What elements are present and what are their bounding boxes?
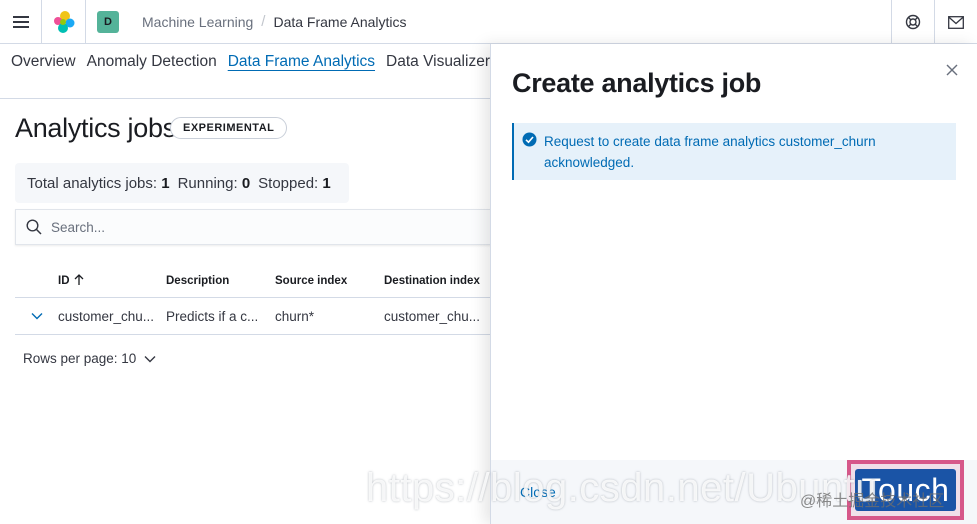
newsfeed-button[interactable] bbox=[934, 0, 977, 44]
close-button[interactable]: Close bbox=[520, 484, 556, 500]
touch-button[interactable]: Touch bbox=[855, 469, 956, 511]
column-header-source-index[interactable]: Source index bbox=[275, 275, 384, 287]
column-header-destination-index[interactable]: Destination index bbox=[384, 275, 490, 287]
rows-per-page-button[interactable]: Rows per page: 10 bbox=[23, 351, 156, 366]
menu-icon bbox=[12, 15, 29, 28]
column-header-description[interactable]: Description bbox=[166, 275, 275, 287]
table-row: customer_chu... Predicts if a c... churn… bbox=[15, 298, 490, 335]
close-icon[interactable] bbox=[945, 63, 959, 77]
stopped-jobs-value: 1 bbox=[322, 174, 331, 192]
breadcrumb: Machine Learning / Data Frame Analytics bbox=[142, 13, 407, 30]
success-callout: Request to create data frame analytics c… bbox=[512, 123, 956, 180]
menu-button[interactable] bbox=[0, 0, 42, 44]
callout-message: Request to create data frame analytics c… bbox=[544, 134, 876, 170]
search-icon bbox=[26, 219, 42, 235]
tab-overview[interactable]: Overview bbox=[11, 53, 76, 71]
analytics-jobs-table: ID Description Source index Destination … bbox=[15, 264, 490, 335]
elastic-logo[interactable] bbox=[42, 0, 86, 44]
running-jobs-value: 0 bbox=[241, 174, 251, 192]
breadcrumb-machine-learning[interactable]: Machine Learning bbox=[142, 14, 253, 30]
space-initial: D bbox=[97, 10, 119, 33]
total-jobs-value: 1 bbox=[161, 174, 170, 192]
running-jobs-label: Running: bbox=[177, 174, 238, 192]
flyout-footer: Close Touch bbox=[491, 460, 977, 524]
breadcrumb-separator: / bbox=[261, 13, 266, 30]
tab-anomaly-detection[interactable]: Anomaly Detection bbox=[87, 53, 217, 71]
help-icon bbox=[905, 14, 921, 30]
top-header: D Machine Learning / Data Frame Analytic… bbox=[0, 0, 977, 44]
flyout-title: Create analytics job bbox=[512, 68, 762, 98]
total-jobs-label: Total analytics jobs: bbox=[27, 174, 158, 192]
tab-data-visualizer[interactable]: Data Visualizer bbox=[386, 53, 490, 71]
experimental-badge: EXPERIMENTAL bbox=[170, 117, 288, 139]
help-button[interactable] bbox=[891, 0, 934, 44]
column-header-id[interactable]: ID bbox=[58, 274, 166, 287]
search-input[interactable] bbox=[51, 219, 451, 235]
cell-destination-index: customer_chu... bbox=[384, 308, 481, 324]
ml-nav-tabs: Overview Anomaly Detection Data Frame An… bbox=[0, 44, 490, 99]
tab-data-frame-analytics[interactable]: Data Frame Analytics bbox=[228, 53, 375, 71]
search-bar bbox=[15, 209, 495, 245]
elastic-logo-icon bbox=[53, 10, 74, 33]
stopped-jobs-label: Stopped: bbox=[258, 174, 319, 192]
create-analytics-flyout: Create analytics job Request to create d… bbox=[490, 44, 977, 524]
column-header-id-label: ID bbox=[58, 275, 70, 287]
chevron-down-icon bbox=[144, 355, 156, 362]
jobs-stats-bar: Total analytics jobs: 1 Running: 0 Stopp… bbox=[15, 163, 349, 203]
breadcrumb-current: Data Frame Analytics bbox=[273, 13, 407, 30]
highlighted-action-box: Touch bbox=[847, 460, 964, 520]
header-actions bbox=[891, 0, 977, 44]
mail-icon bbox=[948, 15, 964, 29]
cell-description: Predicts if a c... bbox=[166, 308, 259, 324]
cell-id: customer_chu... bbox=[58, 308, 155, 324]
check-circle-icon bbox=[522, 132, 537, 147]
page-title: Analytics jobs bbox=[15, 113, 176, 143]
arrow-up-icon bbox=[74, 274, 83, 285]
expand-row-button[interactable] bbox=[15, 312, 58, 320]
cell-source-index: churn* bbox=[275, 308, 315, 324]
rows-per-page-label: Rows per page: 10 bbox=[23, 351, 137, 366]
table-header: ID Description Source index Destination … bbox=[15, 264, 490, 298]
space-avatar[interactable]: D bbox=[86, 0, 130, 44]
chevron-down-icon bbox=[31, 313, 42, 320]
